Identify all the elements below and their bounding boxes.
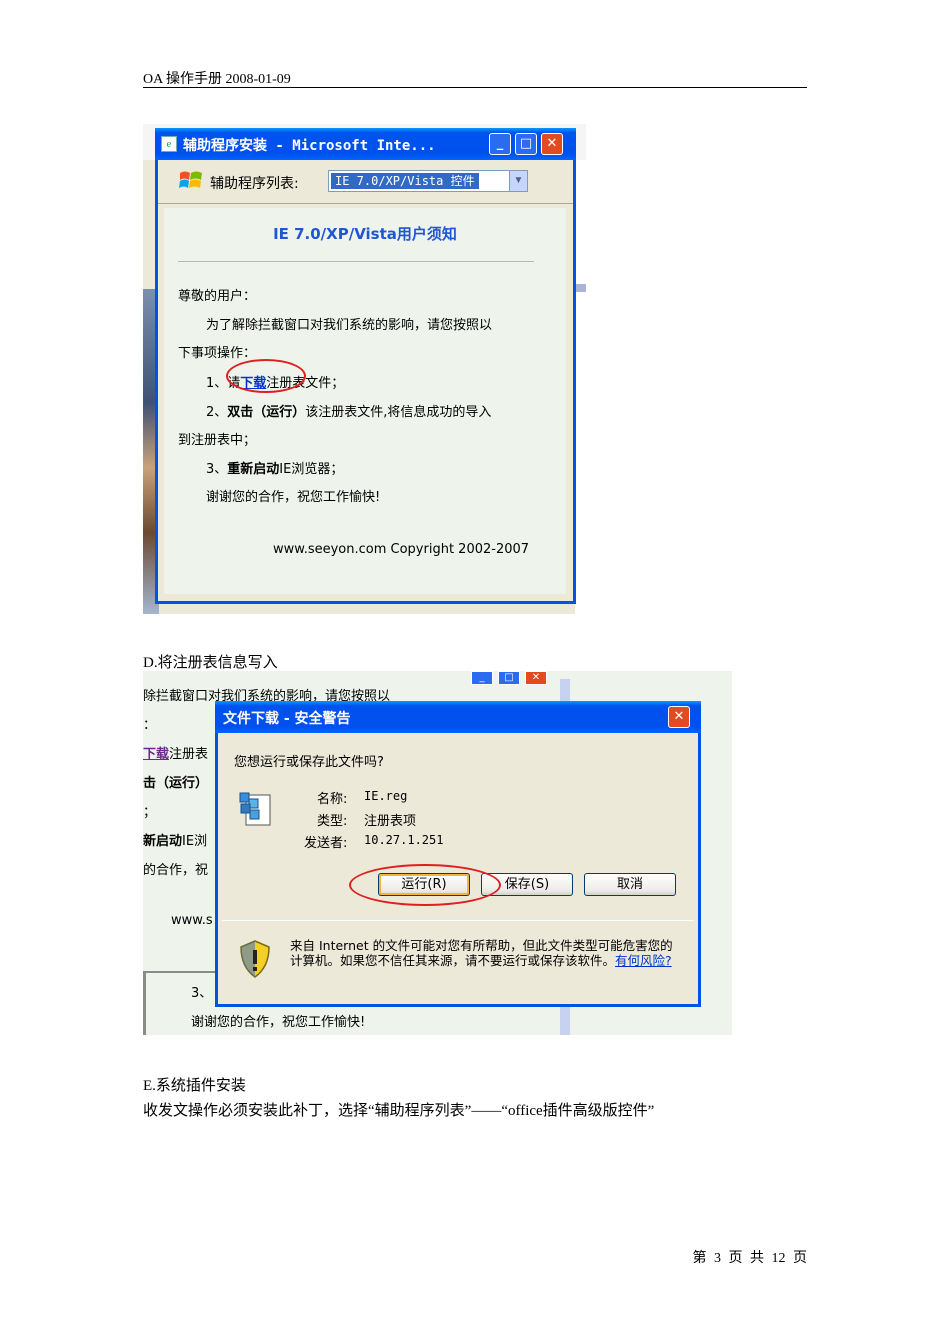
caption-d: D.将注册表信息写入 bbox=[143, 655, 278, 671]
maximize-button[interactable]: □ bbox=[515, 133, 537, 155]
helper-list-label: 辅助程序列表: bbox=[210, 176, 299, 192]
cancel-button[interactable]: 取消 bbox=[584, 873, 676, 896]
dialog-question: 您想运行或保存此文件吗? bbox=[234, 755, 384, 770]
notice-content: IE 7.0/XP/Vista用户须知 尊敬的用户： 为了解除拦截窗口对我们系统… bbox=[164, 208, 566, 594]
notice-copyright: www.seeyon.com Copyright 2002-2007 bbox=[273, 542, 530, 557]
close-button[interactable]: ✕ bbox=[541, 133, 563, 155]
bg-line-3: 下载注册表 bbox=[143, 743, 208, 762]
chevron-down-icon[interactable]: ▼ bbox=[509, 171, 527, 191]
header-title: OA 操作手册 2008-01-09 bbox=[143, 72, 291, 87]
screenshot-file-download: _ □ ✕ 除拦截窗口对我们系统的影响，请您按照以 ： 下载注册表 击（运行） … bbox=[143, 671, 732, 1035]
bg-maximize-button: □ bbox=[498, 671, 520, 685]
step3-suffix: IE浏览器； bbox=[279, 462, 344, 477]
bg-close-button: ✕ bbox=[525, 671, 547, 685]
bg-minimize-button: _ bbox=[471, 671, 493, 685]
registry-file-icon bbox=[239, 792, 271, 826]
bg-line-4: 击（运行） bbox=[143, 776, 209, 791]
highlight-ellipse bbox=[349, 864, 501, 906]
notice-para-line1: 为了解除拦截窗口对我们系统的影响，请您按照以 bbox=[206, 318, 493, 333]
notice-thanks: 谢谢您的合作，祝您工作愉快! bbox=[206, 490, 381, 505]
ie-page-icon: e bbox=[161, 136, 177, 152]
close-button[interactable]: ✕ bbox=[668, 706, 690, 728]
helper-list-select[interactable]: IE 7.0/XP/Vista 控件 ▼ bbox=[328, 170, 528, 192]
bg-line-10: 谢谢您的合作，祝您工作愉快! bbox=[191, 1015, 366, 1030]
helper-install-window: e 辅助程序安装 - Microsoft Inte... _ □ ✕ 辅助程序列… bbox=[155, 128, 576, 604]
file-name-label: 名称: bbox=[317, 792, 348, 807]
notice-para-line2: 下事项操作： bbox=[178, 346, 257, 361]
file-type-label: 类型: bbox=[317, 814, 348, 829]
page-footer: 第 3 页 共 12 页 bbox=[692, 1251, 808, 1266]
notice-greeting: 尊敬的用户： bbox=[178, 289, 257, 304]
file-download-dialog: 文件下载 - 安全警告 ✕ 您想运行或保存此文件吗? 名称: IE.reg 类型… bbox=[215, 701, 701, 1007]
notice-step2-line2: 到注册表中； bbox=[178, 433, 257, 448]
body-text: 收发文操作必须安装此补丁，选择“辅助程序列表”——“office插件高级版控件” bbox=[143, 1103, 655, 1119]
notice-divider bbox=[178, 261, 534, 262]
step2-bold: 双击（运行） bbox=[227, 405, 306, 420]
notice-step3: 3、重新启动IE浏览器； bbox=[206, 458, 343, 477]
bg-line-3-suffix: 注册表 bbox=[169, 747, 209, 762]
bg-download-link: 下载 bbox=[143, 747, 170, 762]
file-from-label: 发送者: bbox=[304, 836, 348, 851]
helper-list-selected: IE 7.0/XP/Vista 控件 bbox=[331, 173, 479, 189]
step3-prefix: 3、 bbox=[206, 462, 228, 477]
windows-logo-icon bbox=[179, 171, 202, 188]
notice-step2: 2、双击（运行）该注册表文件,将信息成功的导入 bbox=[206, 401, 491, 420]
bg-line-6-suffix: IE浏 bbox=[182, 834, 208, 849]
bg-line-6: 新启动IE浏 bbox=[143, 830, 207, 849]
bg-line-6-bold: 新启动 bbox=[143, 834, 183, 849]
highlight-ellipse bbox=[226, 359, 306, 393]
bg-line-7: 的合作，祝 bbox=[143, 863, 209, 878]
security-shield-icon bbox=[240, 940, 270, 978]
dialog-titlebar[interactable]: 文件下载 - 安全警告 ✕ bbox=[215, 701, 701, 733]
security-warning: 来自 Internet 的文件可能对您有所帮助，但此文件类型可能危害您的计算机。… bbox=[290, 938, 680, 968]
window-titlebar[interactable]: e 辅助程序安装 - Microsoft Inte... _ □ ✕ bbox=[155, 128, 576, 160]
window-title: 辅助程序安装 - Microsoft Inte... bbox=[183, 138, 436, 154]
header-rule bbox=[143, 87, 807, 88]
background-strip-right bbox=[575, 160, 586, 614]
bg-line-8: www.s bbox=[171, 913, 213, 928]
file-type-value: 注册表项 bbox=[364, 814, 417, 829]
notice-title: IE 7.0/XP/Vista用户须知 bbox=[273, 225, 457, 243]
helper-toolbar: 辅助程序列表: IE 7.0/XP/Vista 控件 ▼ bbox=[158, 160, 573, 204]
caption-e: E.系统插件安装 bbox=[143, 1078, 246, 1094]
dialog-separator bbox=[222, 920, 694, 921]
bg-line-9: 3、 bbox=[191, 986, 213, 1001]
file-name-value: IE.reg bbox=[364, 789, 408, 803]
screenshot-helper-install: e 辅助程序安装 - Microsoft Inte... _ □ ✕ 辅助程序列… bbox=[143, 124, 586, 614]
what-risk-link[interactable]: 有何风险? bbox=[615, 953, 672, 968]
minimize-button[interactable]: _ bbox=[489, 133, 511, 155]
file-from-value: 10.27.1.251 bbox=[364, 833, 444, 847]
step2-suffix: 该注册表文件,将信息成功的导入 bbox=[305, 405, 492, 420]
step3-bold: 重新启动 bbox=[227, 462, 280, 477]
background-line bbox=[575, 284, 586, 292]
bg-line-2: ： bbox=[143, 718, 157, 733]
bg-line-5: ； bbox=[143, 805, 157, 820]
step2-prefix: 2、 bbox=[206, 405, 228, 420]
dialog-title: 文件下载 - 安全警告 bbox=[223, 711, 351, 727]
